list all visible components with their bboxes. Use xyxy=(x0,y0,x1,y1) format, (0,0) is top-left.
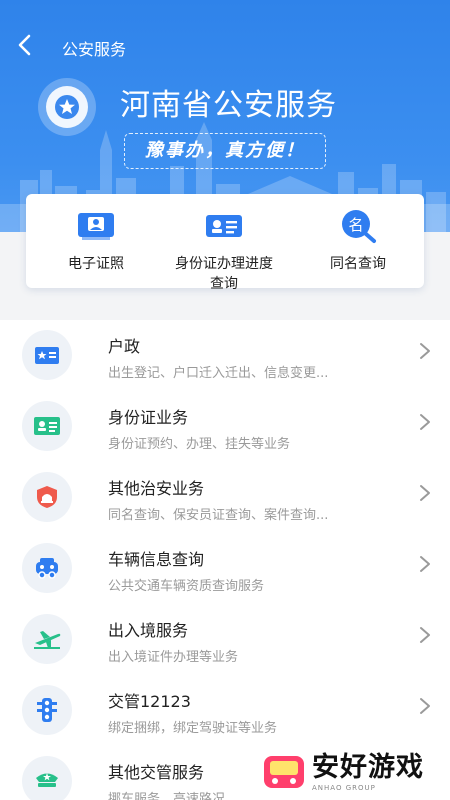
chevron-right-icon xyxy=(418,482,432,510)
svg-text:名: 名 xyxy=(348,216,363,234)
watermark: 安好游戏 ANHAO GROUP xyxy=(262,744,450,800)
quick-action-label: 同名查询 xyxy=(330,256,386,272)
quick-action-e-license[interactable]: 电子证照 xyxy=(60,208,132,274)
service-item-household[interactable]: 户政 出生登记、户口迁入迁出、信息变更... xyxy=(0,320,450,391)
police-light-icon xyxy=(22,472,72,522)
service-title: 户政 xyxy=(108,337,141,356)
traffic-police-icon xyxy=(22,756,72,800)
service-list: 户政 出生登记、户口迁入迁出、信息变更... 身份证业务 身份证预约、办理、挂失… xyxy=(0,320,450,800)
id-card-photo-icon xyxy=(75,208,117,244)
service-title: 出入境服务 xyxy=(108,621,189,640)
service-title: 其他治安业务 xyxy=(108,479,205,498)
household-register-icon xyxy=(22,330,72,380)
service-item-id-card[interactable]: 身份证业务 身份证预约、办理、挂失等业务 xyxy=(0,391,450,462)
gamepad-logo-icon xyxy=(264,756,304,788)
quick-action-label-line1: 身份证办理进度 xyxy=(175,256,273,272)
service-subtitle: 绑定捆绑，绑定驾驶证等业务 xyxy=(108,721,278,736)
chevron-right-icon xyxy=(418,695,432,723)
service-subtitle: 身份证预约、办理、挂失等业务 xyxy=(108,437,291,452)
id-card-icon xyxy=(203,208,245,244)
vehicle-icon xyxy=(22,543,72,593)
chevron-right-icon xyxy=(418,340,432,368)
watermark-subtext: ANHAO GROUP xyxy=(312,783,376,792)
service-title: 身份证业务 xyxy=(108,408,189,427)
banner-title: 河南省公安服务 xyxy=(120,88,337,123)
service-item-exit-entry[interactable]: 出入境服务 出入境证件办理等业务 xyxy=(0,604,450,675)
chevron-right-icon xyxy=(418,411,432,439)
service-item-public-security[interactable]: 其他治安业务 同名查询、保安员证查询、案件查询... xyxy=(0,462,450,533)
quick-action-label-line2: 查询 xyxy=(210,276,238,292)
service-subtitle: 同名查询、保安员证查询、案件查询... xyxy=(108,508,329,523)
chevron-left-icon xyxy=(18,34,31,56)
watermark-text: 安好游戏 xyxy=(312,751,424,783)
quick-action-id-progress[interactable]: 身份证办理进度 查询 xyxy=(162,208,286,294)
service-subtitle: 公共交通车辆资质查询服务 xyxy=(108,579,265,594)
id-card-icon xyxy=(22,401,72,451)
chevron-right-icon xyxy=(418,624,432,652)
banner-slogan: 豫事办，真方便！ xyxy=(124,133,326,169)
chevron-right-icon xyxy=(418,553,432,581)
page-title: 公安服务 xyxy=(62,40,127,59)
quick-actions-card: 电子证照 身份证办理进度 查询 名 同名查询 xyxy=(26,194,424,292)
police-badge-icon xyxy=(38,78,96,136)
service-item-vehicle[interactable]: 车辆信息查询 公共交通车辆资质查询服务 xyxy=(0,533,450,604)
traffic-light-icon xyxy=(22,685,72,735)
service-subtitle: 出生登记、户口迁入迁出、信息变更... xyxy=(108,366,329,381)
name-search-icon: 名 xyxy=(337,208,379,244)
airplane-icon xyxy=(22,614,72,664)
quick-action-name-search[interactable]: 名 同名查询 xyxy=(320,208,396,274)
service-title: 交管12123 xyxy=(108,692,191,711)
quick-action-label: 电子证照 xyxy=(68,256,124,272)
service-subtitle: 出入境证件办理等业务 xyxy=(108,650,239,665)
service-item-traffic-12123[interactable]: 交管12123 绑定捆绑，绑定驾驶证等业务 xyxy=(0,675,450,746)
service-title: 车辆信息查询 xyxy=(108,550,205,569)
service-title: 其他交管服务 xyxy=(108,763,205,782)
back-button[interactable] xyxy=(14,32,38,62)
